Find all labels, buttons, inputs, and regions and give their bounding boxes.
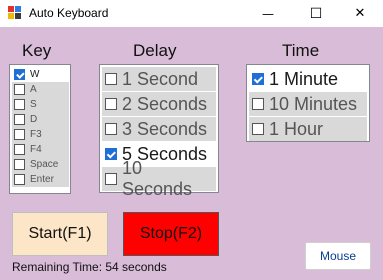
time-item-10-minutes[interactable]: 10 Minutes [249, 92, 367, 116]
remaining-time-status: Remaining Time: 54 seconds [12, 260, 167, 274]
checkbox-icon[interactable] [105, 148, 117, 160]
checkbox-icon[interactable] [14, 159, 25, 170]
checkbox-icon[interactable] [252, 73, 264, 85]
time-checklist[interactable]: 1 Minute 10 Minutes 1 Hour [246, 64, 370, 142]
checkbox-icon[interactable] [14, 174, 25, 185]
minimize-button[interactable]: — [245, 0, 291, 27]
checkbox-icon[interactable] [252, 123, 264, 135]
checkbox-icon[interactable] [14, 144, 25, 155]
delay-item-3-seconds[interactable]: 3 Seconds [102, 117, 216, 141]
time-item-1-hour[interactable]: 1 Hour [249, 117, 367, 141]
start-button[interactable]: Start(F1) [12, 212, 108, 256]
key-checklist[interactable]: W A S D F3 F4 Space Enter [9, 64, 71, 194]
delay-checklist[interactable]: 1 Second 2 Seconds 3 Seconds 5 Seconds 1… [99, 64, 219, 199]
checkbox-icon[interactable] [105, 98, 117, 110]
checkbox-icon[interactable] [14, 114, 25, 125]
key-item-d[interactable]: D [12, 112, 69, 127]
checkbox-icon[interactable] [105, 123, 117, 135]
key-item-w[interactable]: W [12, 67, 69, 82]
key-item-f4[interactable]: F4 [12, 142, 69, 157]
checkbox-icon[interactable] [105, 73, 117, 85]
delay-item-10-seconds[interactable]: 10 Seconds [102, 158, 216, 199]
maximize-button[interactable]: ☐ [293, 0, 339, 27]
window-title: Auto Keyboard [29, 6, 109, 20]
key-item-f3[interactable]: F3 [12, 127, 69, 142]
key-item-enter[interactable]: Enter [12, 172, 69, 187]
delay-heading: Delay [133, 41, 177, 60]
title-bar: Auto Keyboard — ☐ ✕ [0, 0, 383, 27]
delay-item-2-seconds[interactable]: 2 Seconds [102, 92, 216, 116]
key-item-space[interactable]: Space [12, 157, 69, 172]
checkbox-icon[interactable] [14, 69, 25, 80]
time-heading: Time [282, 41, 320, 60]
key-heading: Key [22, 41, 52, 60]
close-button[interactable]: ✕ [337, 0, 383, 27]
delay-item-1-second[interactable]: 1 Second [102, 67, 216, 91]
checkbox-icon[interactable] [14, 84, 25, 95]
key-item-a[interactable]: A [12, 82, 69, 97]
checkbox-icon[interactable] [105, 173, 117, 185]
key-item-s[interactable]: S [12, 97, 69, 112]
mouse-button[interactable]: Mouse [305, 242, 371, 270]
checkbox-icon[interactable] [14, 129, 25, 140]
checkbox-icon[interactable] [14, 99, 25, 110]
app-icon [8, 6, 22, 20]
checkbox-icon[interactable] [252, 98, 264, 110]
stop-button[interactable]: Stop(F2) [123, 212, 219, 256]
time-item-1-minute[interactable]: 1 Minute [249, 67, 367, 91]
